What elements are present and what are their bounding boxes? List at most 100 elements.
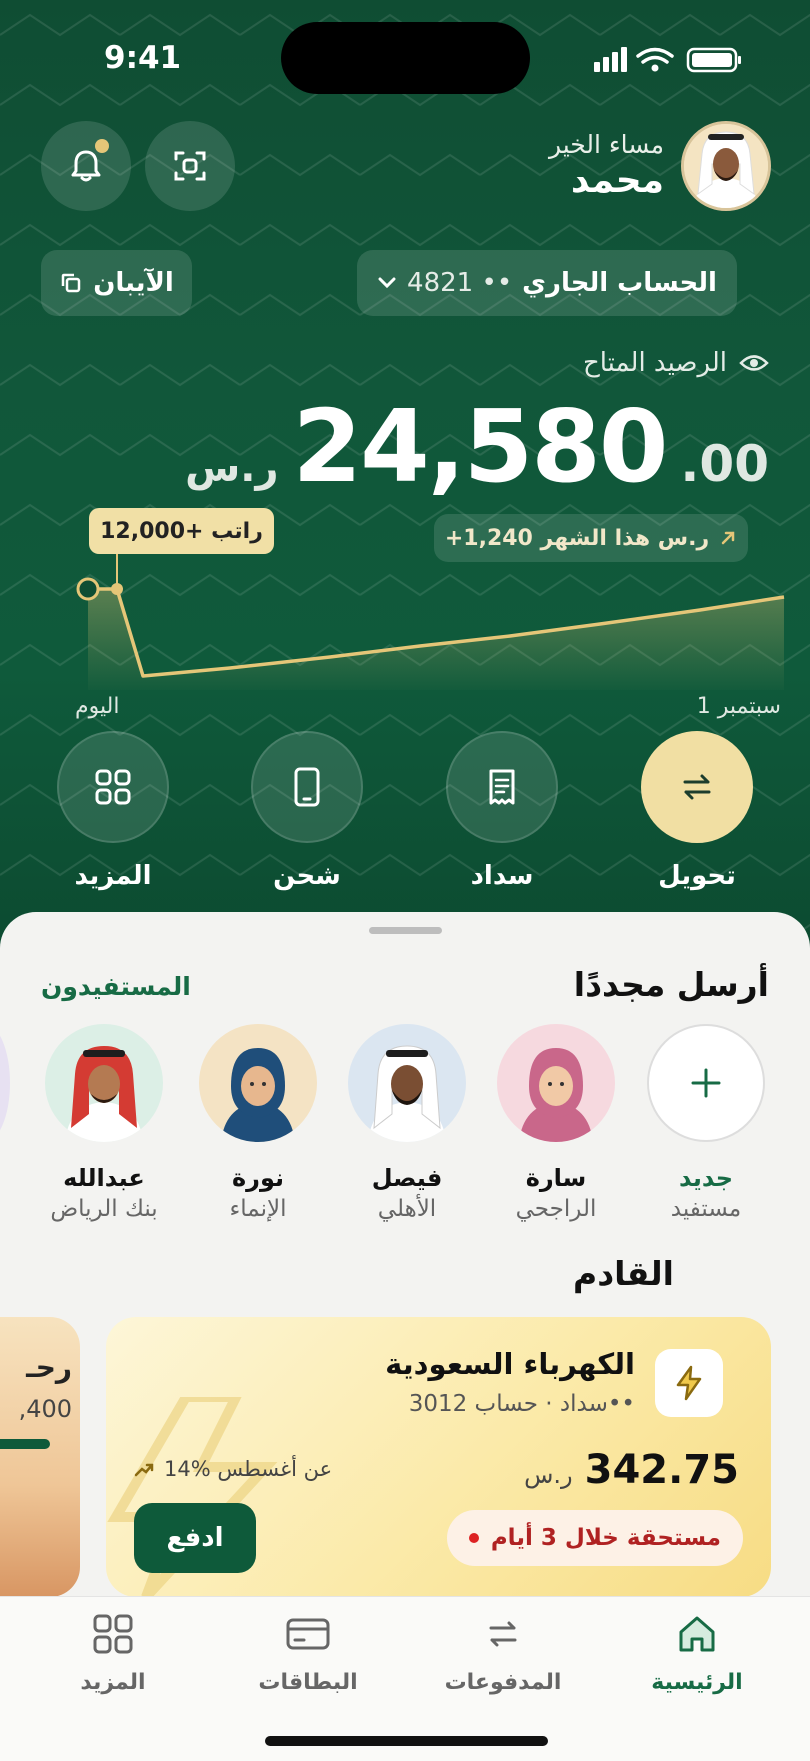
new-beneficiary-line1: جديد: [678, 1164, 734, 1192]
tab-payments[interactable]: المدفوعات: [428, 1612, 578, 1695]
tab-home[interactable]: الرئيسية: [622, 1612, 772, 1695]
due-dot: [468, 1533, 479, 1543]
wifi-icon: [636, 47, 674, 64]
balance-integer: 24,580: [292, 388, 669, 505]
bill-amount: 342.75: [584, 1447, 739, 1493]
balance-amount: ر.س 24,580 .00: [185, 388, 769, 505]
tab-more[interactable]: المزيد: [38, 1612, 188, 1695]
due-text: مستحقة خلال 3 أيام: [490, 1525, 721, 1551]
balance-label-row: الرصيد المتاح: [583, 348, 769, 378]
send-again-title: أرسل مجددًا: [573, 965, 769, 1004]
action-label: سداد: [470, 861, 534, 891]
avatar-man-illustration: [65, 1046, 143, 1142]
beneficiaries-link[interactable]: المستفيدون: [41, 972, 191, 1001]
trend-up-icon: [134, 1463, 154, 1477]
avatar-man-illustration: [368, 1045, 446, 1142]
side-card-title: رحـ: [26, 1351, 72, 1384]
greeting-text: مساء الخير: [548, 130, 664, 159]
user-name: محمد: [570, 160, 664, 201]
sheet-handle[interactable]: [369, 927, 442, 934]
home-indicator[interactable]: [265, 1736, 548, 1746]
balance-currency: ر.س: [185, 445, 279, 491]
scan-icon: [174, 151, 206, 181]
balance-label: الرصيد المتاح: [582, 348, 727, 378]
salary-tag: راتب +12,000: [89, 508, 274, 554]
user-avatar[interactable]: [681, 121, 771, 211]
iban-label: الآيبان: [93, 268, 174, 298]
eye-icon[interactable]: [739, 352, 769, 374]
chart-end-label: اليوم: [75, 694, 120, 719]
bill-subtitle: سداد · حساب 3012••: [408, 1391, 635, 1417]
chart-start-label: 1 سبتمبر: [696, 694, 781, 719]
status-time: 9:41: [104, 40, 182, 76]
phone-icon: [294, 767, 320, 807]
avatar: [497, 1024, 615, 1142]
action-transfer[interactable]: تحويل: [641, 731, 753, 891]
avatar-illustration: [684, 124, 768, 208]
due-badge: مستحقة خلال 3 أيام: [446, 1510, 743, 1566]
salary-point: [111, 583, 123, 595]
avatar: [45, 1024, 163, 1142]
bill-trend-text: 14% عن أغسطس: [164, 1457, 333, 1481]
iban-button[interactable]: الآيبان: [41, 250, 192, 316]
transfer-circle: [641, 731, 753, 843]
side-card-progress: [0, 1439, 50, 1449]
balance-sparkline: [76, 554, 785, 690]
action-more[interactable]: المزيد: [57, 731, 169, 891]
avatar: [199, 1024, 317, 1142]
action-bill-pay[interactable]: سداد: [446, 731, 558, 891]
beneficiary-name: سارة: [525, 1164, 587, 1192]
transfer-icon: [489, 1621, 517, 1647]
action-label: تحويل: [658, 861, 736, 891]
upcoming-title: القادم: [573, 1254, 674, 1293]
copy-icon: [61, 273, 81, 293]
plus-icon: [691, 1068, 721, 1098]
beneficiary-sara[interactable]: سارة الراجحي: [497, 1024, 615, 1222]
tab-cards[interactable]: البطاقات: [233, 1612, 383, 1695]
tab-label: البطاقات: [258, 1670, 358, 1695]
beneficiary-bank: الإنماء: [229, 1196, 287, 1222]
beneficiary-noura[interactable]: نورة الإنماء: [199, 1024, 317, 1222]
notification-dot: [95, 139, 109, 153]
new-beneficiary-button[interactable]: جديد مستفيد: [647, 1024, 765, 1222]
home-icon: [679, 1616, 715, 1652]
upcoming-card-partial[interactable]: رحـ ,400: [0, 1317, 80, 1597]
chevron-down-icon: [378, 277, 396, 289]
avatar-woman-illustration: [221, 1048, 295, 1142]
action-label: المزيد: [74, 861, 152, 891]
side-card-amount: ,400: [18, 1395, 72, 1423]
more-circle: [57, 731, 169, 843]
bill-trend: 14% عن أغسطس: [134, 1457, 332, 1481]
bill-card-electricity[interactable]: الكهرباء السعودية سداد · حساب 3012•• ر.س…: [106, 1317, 771, 1597]
scan-button[interactable]: [145, 121, 235, 211]
beneficiary-bank: الأهلي: [377, 1196, 437, 1222]
action-topup[interactable]: شحن: [251, 731, 363, 891]
tab-label: الرئيسية: [651, 1670, 743, 1695]
grid-icon: [95, 769, 131, 805]
card-icon: [286, 1618, 330, 1650]
bill-icon: [489, 769, 515, 805]
beneficiary-name: نورة: [231, 1164, 285, 1192]
bolt-icon: [676, 1365, 702, 1401]
notifications-button[interactable]: [41, 121, 131, 211]
account-mask: 4821 ••: [407, 268, 513, 298]
topup-circle: [251, 731, 363, 843]
transfer-icon: [683, 774, 711, 800]
avatar-woman-illustration: [519, 1048, 593, 1142]
bill-icon-box: [655, 1349, 723, 1417]
action-label: شحن: [273, 861, 341, 891]
beneficiary-faisal[interactable]: فيصل الأهلي: [348, 1024, 466, 1222]
bill-title: الكهرباء السعودية: [385, 1347, 635, 1381]
account-selector[interactable]: 4821 •• الحساب الجاري: [357, 250, 737, 316]
dynamic-island: [281, 22, 530, 94]
grid-icon: [93, 1614, 133, 1654]
bill-currency: ر.س: [524, 1461, 573, 1489]
new-beneficiary-circle: [647, 1024, 765, 1142]
bill-circle: [446, 731, 558, 843]
pay-button[interactable]: ادفع: [134, 1503, 256, 1573]
sparkline-area: [88, 589, 784, 690]
avatar: [348, 1024, 466, 1142]
battery-icon: [686, 47, 741, 73]
beneficiary-abdullah[interactable]: عبدالله بنك الرياض: [45, 1024, 163, 1222]
tab-label: المدفوعات: [444, 1670, 562, 1695]
